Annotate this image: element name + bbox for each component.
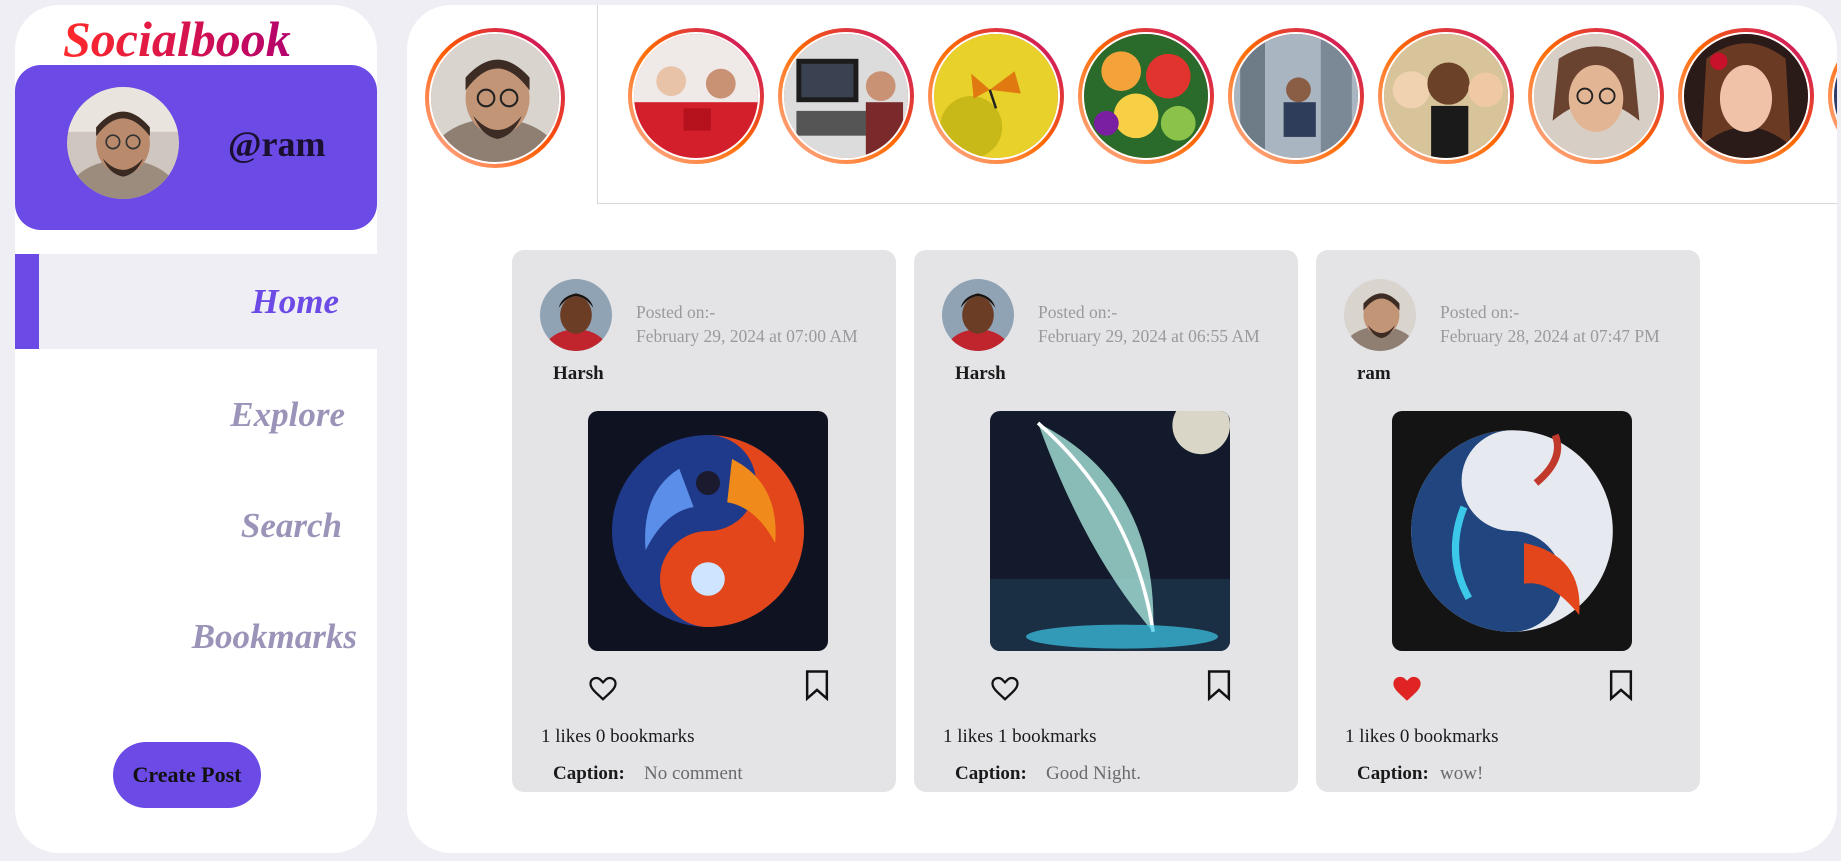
nav-explore[interactable]: Explore bbox=[15, 367, 377, 462]
bookmark-icon[interactable] bbox=[1608, 669, 1634, 701]
post-stats: 1 likes 1 bookmarks bbox=[943, 726, 1097, 747]
post-stats: 1 likes 0 bookmarks bbox=[541, 726, 695, 747]
post-author-avatar[interactable] bbox=[942, 279, 1014, 351]
my-story[interactable] bbox=[425, 28, 565, 168]
post-card: Posted on:- February 29, 2024 at 07:00 A… bbox=[512, 250, 896, 792]
story-thumbnail bbox=[1082, 32, 1210, 160]
post-date: February 29, 2024 at 06:55 AM bbox=[1038, 326, 1260, 346]
bookmark-icon[interactable] bbox=[804, 669, 830, 701]
story-item[interactable] bbox=[1228, 28, 1364, 164]
post-author-name[interactable]: Harsh bbox=[955, 363, 1006, 385]
heart-icon-filled[interactable] bbox=[1392, 673, 1422, 703]
nav-bookmarks[interactable]: Bookmarks bbox=[15, 589, 377, 684]
app-logo[interactable]: Socialbook bbox=[63, 9, 291, 69]
post-image[interactable] bbox=[990, 411, 1230, 651]
create-post-button[interactable]: Create Post bbox=[113, 742, 261, 808]
profile-card[interactable]: @ram bbox=[15, 65, 377, 230]
story-item[interactable] bbox=[1078, 28, 1214, 164]
story-thumbnail bbox=[782, 32, 910, 160]
sidebar: Socialbook @ram Home Explore Search Book… bbox=[15, 5, 377, 853]
story-item[interactable] bbox=[1378, 28, 1514, 164]
caption-label: Caption: bbox=[553, 763, 625, 784]
post-posted-label: Posted on:- bbox=[1440, 302, 1520, 322]
post-card: Posted on:- February 28, 2024 at 07:47 P… bbox=[1316, 250, 1700, 792]
story-item[interactable] bbox=[1528, 28, 1664, 164]
caption-label: Caption: bbox=[1357, 763, 1429, 784]
story-item[interactable] bbox=[1678, 28, 1814, 164]
post-posted-label: Posted on:- bbox=[1038, 302, 1118, 322]
profile-handle[interactable]: @ram bbox=[228, 123, 325, 165]
story-thumbnail bbox=[1682, 32, 1810, 160]
post-author-avatar[interactable] bbox=[1344, 279, 1416, 351]
heart-icon[interactable] bbox=[990, 673, 1020, 703]
post-image[interactable] bbox=[588, 411, 828, 651]
profile-avatar[interactable] bbox=[67, 87, 179, 199]
caption-text: Good Night. bbox=[1046, 763, 1141, 784]
caption-label: Caption: bbox=[955, 763, 1027, 784]
my-story-avatar bbox=[429, 32, 561, 164]
post-image[interactable] bbox=[1392, 411, 1632, 651]
story-item[interactable] bbox=[778, 28, 914, 164]
story-item[interactable] bbox=[628, 28, 764, 164]
post-author-name[interactable]: Harsh bbox=[553, 363, 604, 385]
story-thumbnail bbox=[932, 32, 1060, 160]
caption-text: wow! bbox=[1440, 763, 1484, 784]
post-stats: 1 likes 0 bookmarks bbox=[1345, 726, 1499, 747]
story-thumbnail bbox=[1232, 32, 1360, 160]
story-item[interactable] bbox=[928, 28, 1064, 164]
post-author-avatar[interactable] bbox=[540, 279, 612, 351]
bookmark-icon[interactable] bbox=[1206, 669, 1232, 701]
post-card: Posted on:- February 29, 2024 at 06:55 A… bbox=[914, 250, 1298, 792]
stories-strip[interactable] bbox=[597, 5, 1837, 204]
nav-home[interactable]: Home bbox=[15, 254, 377, 349]
main-feed: Posted on:- February 29, 2024 at 07:00 A… bbox=[407, 5, 1837, 853]
post-date: February 29, 2024 at 07:00 AM bbox=[636, 326, 858, 346]
heart-icon[interactable] bbox=[588, 673, 618, 703]
post-date: February 28, 2024 at 07:47 PM bbox=[1440, 326, 1660, 346]
story-thumbnail bbox=[1832, 32, 1837, 160]
nav-search[interactable]: Search bbox=[15, 478, 377, 573]
caption-text: No comment bbox=[644, 763, 743, 784]
story-thumbnail bbox=[1382, 32, 1510, 160]
story-thumbnail bbox=[1532, 32, 1660, 160]
story-item[interactable] bbox=[1828, 28, 1837, 164]
story-thumbnail bbox=[632, 32, 760, 160]
post-author-name[interactable]: ram bbox=[1357, 363, 1391, 385]
post-posted-label: Posted on:- bbox=[636, 302, 716, 322]
